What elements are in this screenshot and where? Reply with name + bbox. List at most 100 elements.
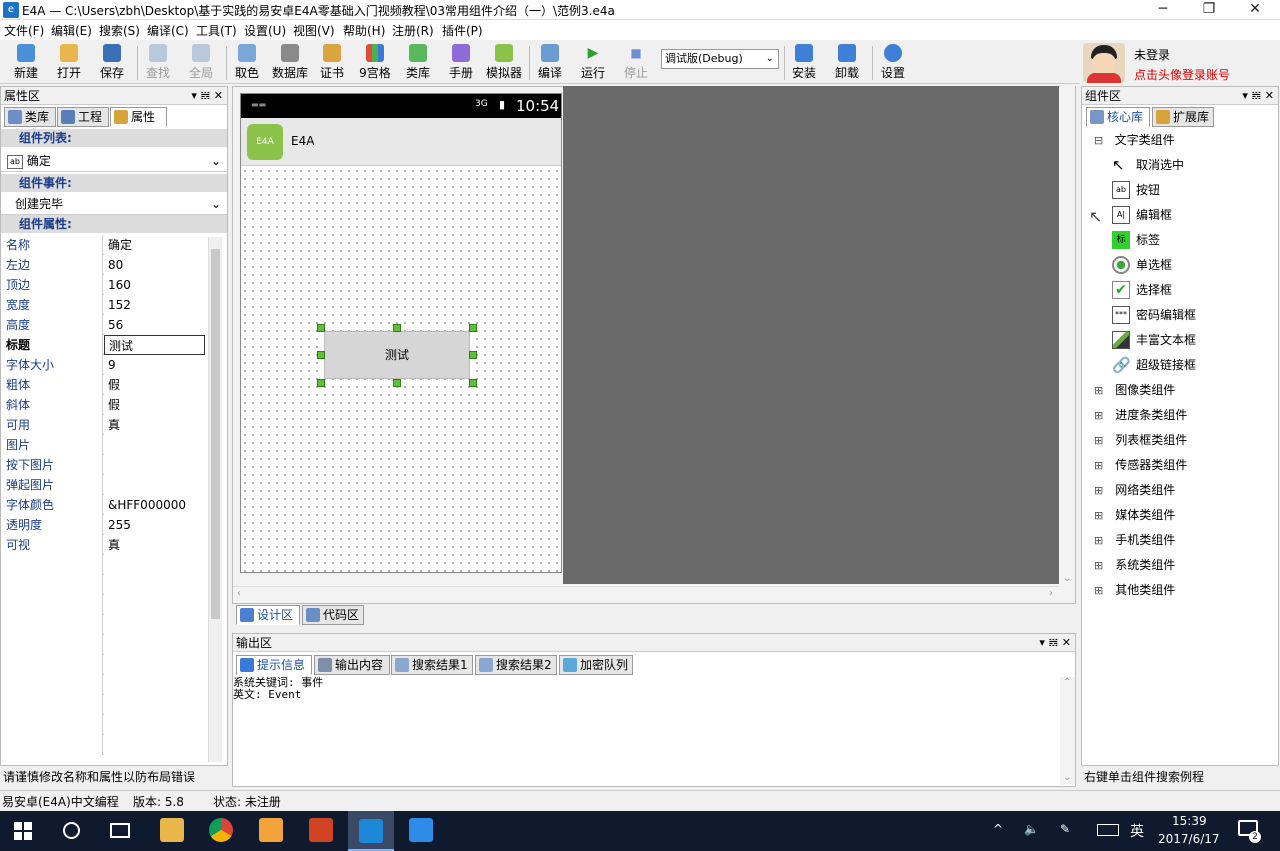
volume-icon[interactable]: 🔈	[1024, 822, 1039, 836]
property-value[interactable]	[104, 475, 205, 495]
tree-group-text-components[interactable]: ⊟ 文字类组件	[1094, 130, 1175, 150]
install-button[interactable]: 安装	[782, 42, 826, 82]
property-value[interactable]	[104, 695, 205, 715]
property-value[interactable]: 255	[104, 515, 205, 535]
maximize-button[interactable]: ❐	[1186, 0, 1232, 20]
menu-edit[interactable]: 编辑(E)	[51, 22, 92, 39]
property-row[interactable]	[4, 715, 205, 735]
database-button[interactable]: 数据库	[268, 42, 312, 82]
tab-search-results-1[interactable]: 搜索结果1	[391, 655, 473, 675]
property-row[interactable]: 斜体假	[4, 395, 205, 415]
property-row[interactable]: 字体颜色 &HFF000000	[4, 495, 205, 515]
tab-core-library[interactable]: 核心库	[1086, 107, 1150, 127]
property-value[interactable]	[104, 555, 205, 575]
property-row[interactable]: 宽度 152	[4, 295, 205, 315]
taskbar-date[interactable]: 2017/6/17	[1158, 832, 1220, 846]
build-mode-select[interactable]: 调试版(Debug) ⌄	[661, 49, 779, 69]
resize-handle[interactable]	[469, 324, 477, 332]
tab-code[interactable]: 代码区	[302, 605, 364, 625]
property-row[interactable]: 粗体假	[4, 375, 205, 395]
open-button[interactable]: 打开	[47, 42, 91, 82]
tab-library[interactable]: 类库	[4, 107, 56, 127]
property-row[interactable]: 左边 80	[4, 255, 205, 275]
property-row[interactable]: 透明度 255	[4, 515, 205, 535]
task-view-icon[interactable]	[110, 823, 130, 838]
save-button[interactable]: 保存	[90, 42, 134, 82]
property-row[interactable]	[4, 655, 205, 675]
test-button[interactable]: 测试	[324, 331, 470, 379]
messenger-icon[interactable]	[409, 818, 433, 842]
property-value[interactable]: 9	[104, 355, 205, 375]
property-row[interactable]	[4, 695, 205, 715]
design-hscrollbar[interactable]: ‹ ›	[233, 586, 1059, 602]
property-row[interactable]: 标题 测试	[4, 335, 205, 355]
property-value[interactable]: 56	[104, 315, 205, 335]
resize-handle[interactable]	[317, 324, 325, 332]
stop-button[interactable]: ■ 停止	[614, 42, 658, 82]
property-scrollbar[interactable]	[208, 237, 222, 762]
property-value[interactable]	[104, 635, 205, 655]
compile-button[interactable]: 编译	[528, 42, 572, 82]
menu-file[interactable]: 文件(F)	[4, 22, 44, 39]
property-value[interactable]	[104, 655, 205, 675]
property-value[interactable]	[104, 575, 205, 595]
property-value[interactable]	[104, 675, 205, 695]
property-row[interactable]: 图片	[4, 435, 205, 455]
paint-icon[interactable]	[259, 818, 283, 842]
resize-handle[interactable]	[393, 324, 401, 332]
grid9-button[interactable]: 9宫格	[353, 42, 397, 82]
keyboard-tray-icon[interactable]	[1097, 824, 1119, 836]
tree-group[interactable]: ⊞ 传感器类组件	[1094, 455, 1187, 475]
menu-register[interactable]: 注册(R)	[392, 22, 434, 39]
tree-item-radio[interactable]: 单选框	[1112, 255, 1172, 275]
property-value[interactable]: 80	[104, 255, 205, 275]
tree-group[interactable]: ⊞ 网络类组件	[1094, 480, 1175, 500]
menu-plugins[interactable]: 插件(P)	[442, 22, 483, 39]
property-value[interactable]: 确定	[104, 235, 205, 255]
tree-group[interactable]: ⊞ 其他类组件	[1094, 580, 1175, 600]
tree-group[interactable]: ⊞ 图像类组件	[1094, 380, 1175, 400]
tab-encrypt-queue[interactable]: 加密队列	[559, 655, 633, 675]
property-value[interactable]: 真	[104, 415, 205, 435]
tab-extension-library[interactable]: 扩展库	[1152, 107, 1214, 127]
property-row[interactable]: 弹起图片	[4, 475, 205, 495]
cortana-icon[interactable]	[63, 822, 80, 839]
settings-button[interactable]: 设置	[871, 42, 915, 82]
pick-color-button[interactable]: 取色	[225, 42, 269, 82]
resize-handle[interactable]	[469, 379, 477, 387]
property-row[interactable]	[4, 675, 205, 695]
property-value[interactable]: 160	[104, 275, 205, 295]
file-explorer-icon[interactable]	[160, 818, 184, 842]
new-button[interactable]: 新建	[4, 42, 48, 82]
manual-button[interactable]: 手册	[439, 42, 483, 82]
login-hint-link[interactable]: 点击头像登录账号	[1134, 66, 1230, 83]
property-value[interactable]	[104, 455, 205, 475]
powerpoint-icon[interactable]	[309, 818, 333, 842]
property-row[interactable]	[4, 735, 205, 755]
tab-design[interactable]: 设计区	[236, 605, 300, 625]
menu-help[interactable]: 帮助(H)	[343, 22, 385, 39]
resize-handle[interactable]	[393, 379, 401, 387]
windows-start-icon[interactable]	[14, 822, 32, 840]
run-button[interactable]: ▶ 运行	[571, 42, 615, 82]
property-row[interactable]: 可用真	[4, 415, 205, 435]
output-vscrollbar[interactable]: ⌃ ⌄	[1060, 677, 1075, 785]
tree-item-checkbox[interactable]: ✔ 选择框	[1112, 280, 1172, 300]
component-event-select[interactable]: 创建完毕 ⌄	[1, 193, 227, 215]
property-row[interactable]: 顶边 160	[4, 275, 205, 295]
property-value[interactable]	[104, 615, 205, 635]
component-list-select[interactable]: ab 确定 ⌄	[1, 150, 227, 172]
tree-item-button[interactable]: ab 按钮	[1112, 180, 1160, 200]
tree-item-hyperlink[interactable]: 🔗 超级链接框	[1112, 355, 1196, 375]
property-row[interactable]: 字体大小 9	[4, 355, 205, 375]
tray-chevron-icon[interactable]: ^	[993, 822, 1003, 836]
panel-pin-close-icon[interactable]: ▾ 𝍁 ✕	[191, 87, 223, 105]
property-row[interactable]: 名称 确定	[4, 235, 205, 255]
library-button[interactable]: 类库	[396, 42, 440, 82]
property-value[interactable]: &HFF000000	[104, 495, 205, 515]
resize-handle[interactable]	[469, 351, 477, 359]
design-vscrollbar[interactable]: ⌄	[1060, 86, 1075, 586]
emulator-button[interactable]: 模拟器	[482, 42, 526, 82]
tree-item-label[interactable]: 标标签	[1112, 230, 1160, 250]
tab-properties[interactable]: 属性	[110, 107, 167, 127]
